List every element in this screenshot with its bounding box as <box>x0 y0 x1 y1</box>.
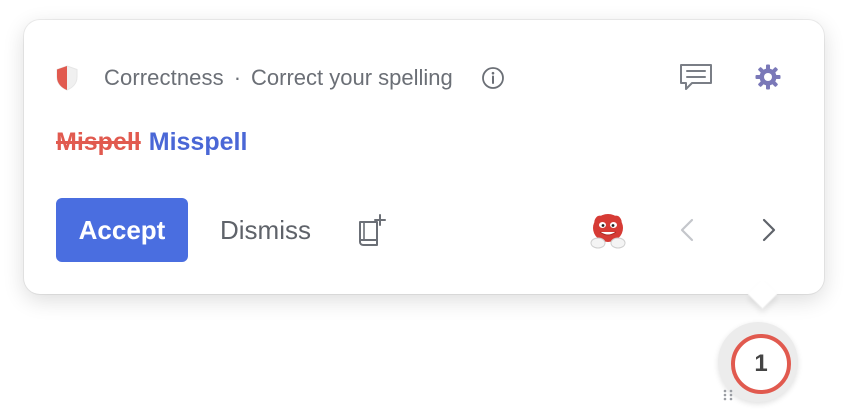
dismiss-button[interactable]: Dismiss <box>220 198 311 262</box>
accept-button[interactable]: Accept <box>56 198 188 262</box>
card-header: Correctness · Correct your spelling <box>56 60 505 96</box>
alert-category: Correctness <box>104 65 224 90</box>
shield-icon <box>56 65 78 91</box>
chevron-left-icon[interactable] <box>674 216 702 244</box>
gear-icon[interactable] <box>754 63 782 91</box>
suggestion-line: Mispell Misspell <box>56 128 247 157</box>
suggestion-card: Correctness · Correct your spelling Misp… <box>24 20 824 294</box>
info-icon[interactable] <box>481 66 505 90</box>
replacement-word[interactable]: Misspell <box>149 128 248 157</box>
header-separator: · <box>233 65 242 90</box>
suggestion-count-badge[interactable]: 1 <box>731 334 791 394</box>
mascot-icon[interactable] <box>588 210 628 250</box>
chevron-right-icon[interactable] <box>754 216 782 244</box>
add-to-dictionary-icon[interactable] <box>356 214 386 248</box>
comment-icon[interactable] <box>678 62 714 92</box>
grammar-assistant-stage: Correctness · Correct your spelling Misp… <box>0 0 844 416</box>
drag-handle-icon[interactable] <box>722 388 734 402</box>
alert-subtitle: Correct your spelling <box>251 65 453 90</box>
original-word: Mispell <box>56 128 141 156</box>
